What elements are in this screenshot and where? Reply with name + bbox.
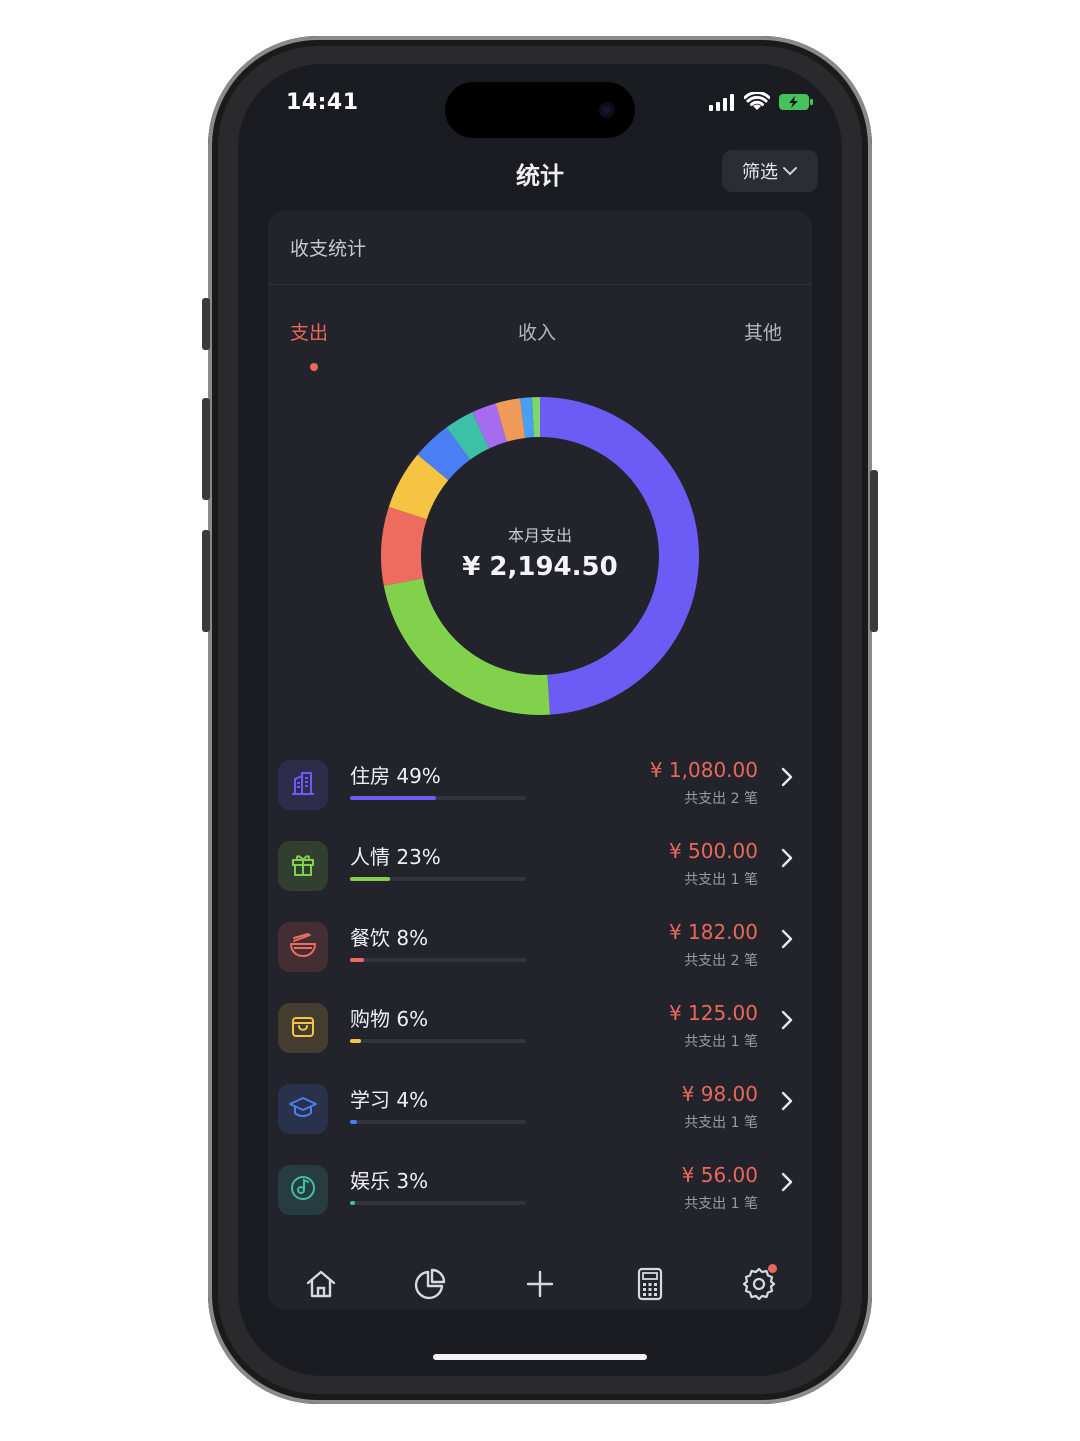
bottom-tab-bar xyxy=(238,1254,842,1314)
category-progress-fill xyxy=(350,1039,361,1043)
home-icon xyxy=(306,1270,335,1298)
category-progress-track xyxy=(350,958,526,962)
status-icons xyxy=(708,92,814,112)
category-count: 共支出 2 笔 xyxy=(684,791,758,807)
category-count: 共支出 1 笔 xyxy=(684,1115,758,1131)
graduation-cap-icon xyxy=(288,1093,318,1125)
volume-down-button xyxy=(202,530,210,632)
category-amount: ¥ 56.00 xyxy=(681,1163,758,1187)
category-name: 学习 4% xyxy=(350,1088,429,1112)
category-icon-badge xyxy=(278,1084,328,1134)
tab-calculator[interactable] xyxy=(630,1264,670,1304)
music-disc-icon xyxy=(289,1174,317,1206)
action-button xyxy=(202,298,210,350)
tab-expense[interactable]: 支出 xyxy=(290,318,328,345)
app-screen: 14:41 统计 筛选 收支统计 支出 收入 其他 本月支出 ¥ 2,194.5… xyxy=(238,64,842,1376)
chevron-right-icon xyxy=(781,1091,793,1111)
donut-center: 本月支出 ¥ 2,194.50 xyxy=(380,522,700,582)
tab-add[interactable] xyxy=(520,1264,560,1304)
filter-label: 筛选 xyxy=(742,162,778,183)
category-name: 餐饮 8% xyxy=(350,926,429,950)
building-icon xyxy=(289,769,317,801)
category-count: 共支出 1 笔 xyxy=(684,872,758,888)
active-tab-indicator xyxy=(310,363,318,371)
category-row[interactable]: 住房 49% ¥ 1,080.00 共支出 2 笔 xyxy=(268,752,812,833)
category-row[interactable]: 娱乐 3% ¥ 56.00 共支出 1 笔 xyxy=(268,1157,812,1238)
battery-charging-icon xyxy=(779,94,813,110)
category-amount: ¥ 125.00 xyxy=(668,1001,758,1025)
dynamic-island xyxy=(445,82,635,138)
pie-chart-icon xyxy=(415,1268,446,1300)
tab-other[interactable]: 其他 xyxy=(744,318,782,345)
tab-statistics[interactable] xyxy=(410,1264,450,1304)
category-amount: ¥ 1,080.00 xyxy=(649,758,758,782)
summary-amount: ¥ 2,194.50 xyxy=(462,552,618,582)
bowl-icon xyxy=(288,931,318,963)
tab-home[interactable] xyxy=(301,1264,341,1304)
status-time: 14:41 xyxy=(286,90,359,115)
category-row[interactable]: 学习 4% ¥ 98.00 共支出 1 笔 xyxy=(268,1076,812,1157)
camera-icon xyxy=(599,102,615,118)
category-row[interactable]: 购物 6% ¥ 125.00 共支出 1 笔 xyxy=(268,995,812,1076)
category-icon-badge xyxy=(278,1003,328,1053)
category-progress-fill xyxy=(350,796,437,800)
category-amount: ¥ 182.00 xyxy=(668,920,758,944)
wifi-icon xyxy=(744,92,770,110)
category-progress-fill xyxy=(350,877,391,881)
category-progress-fill xyxy=(350,958,365,962)
chevron-right-icon xyxy=(781,848,793,868)
category-icon-badge xyxy=(278,922,328,972)
tab-settings[interactable] xyxy=(739,1264,779,1304)
chevron-right-icon xyxy=(781,1010,793,1030)
category-progress-track xyxy=(350,1120,526,1124)
bag-icon xyxy=(289,1012,317,1044)
category-name: 住房 49% xyxy=(350,764,441,788)
category-progress-track xyxy=(350,796,526,800)
category-name: 购物 6% xyxy=(350,1007,429,1031)
plus-icon xyxy=(526,1270,554,1298)
chevron-down-icon xyxy=(783,167,797,176)
summary-label: 本月支出 xyxy=(507,526,572,545)
power-button xyxy=(870,470,878,632)
category-list: 住房 49% ¥ 1,080.00 共支出 2 笔 人情 23% ¥ 500.0… xyxy=(268,752,812,1238)
category-progress-track xyxy=(350,877,526,881)
category-progress-track xyxy=(350,1201,526,1205)
category-count: 共支出 1 笔 xyxy=(684,1034,758,1050)
home-indicator xyxy=(433,1354,647,1360)
category-icon-badge xyxy=(278,760,328,810)
chevron-right-icon xyxy=(781,767,793,787)
card-title: 收支统计 xyxy=(290,238,367,260)
category-count: 共支出 2 笔 xyxy=(684,953,758,969)
category-amount: ¥ 98.00 xyxy=(681,1082,758,1106)
category-progress-fill xyxy=(350,1201,356,1205)
category-amount: ¥ 500.00 xyxy=(668,839,758,863)
category-row[interactable]: 餐饮 8% ¥ 182.00 共支出 2 笔 xyxy=(268,914,812,995)
filter-button[interactable]: 筛选 xyxy=(722,150,818,192)
donut-slice[interactable] xyxy=(383,578,550,715)
volume-up-button xyxy=(202,398,210,500)
category-count: 共支出 1 笔 xyxy=(684,1196,758,1212)
category-name: 娱乐 3% xyxy=(350,1169,429,1193)
stats-card: 收支统计 支出 收入 其他 本月支出 ¥ 2,194.50 住房 49% ¥ 1… xyxy=(268,210,812,1310)
category-icon-badge xyxy=(278,841,328,891)
signal-icon xyxy=(709,94,734,111)
category-row[interactable]: 人情 23% ¥ 500.00 共支出 1 笔 xyxy=(268,833,812,914)
chevron-right-icon xyxy=(781,929,793,949)
tab-income[interactable]: 收入 xyxy=(518,318,556,345)
chevron-right-icon xyxy=(781,1172,793,1192)
category-name: 人情 23% xyxy=(350,845,441,869)
calculator-icon xyxy=(637,1267,662,1301)
category-progress-fill xyxy=(350,1120,358,1124)
category-progress-track xyxy=(350,1039,526,1043)
category-icon-badge xyxy=(278,1165,328,1215)
gift-icon xyxy=(289,850,317,882)
divider xyxy=(268,284,812,285)
